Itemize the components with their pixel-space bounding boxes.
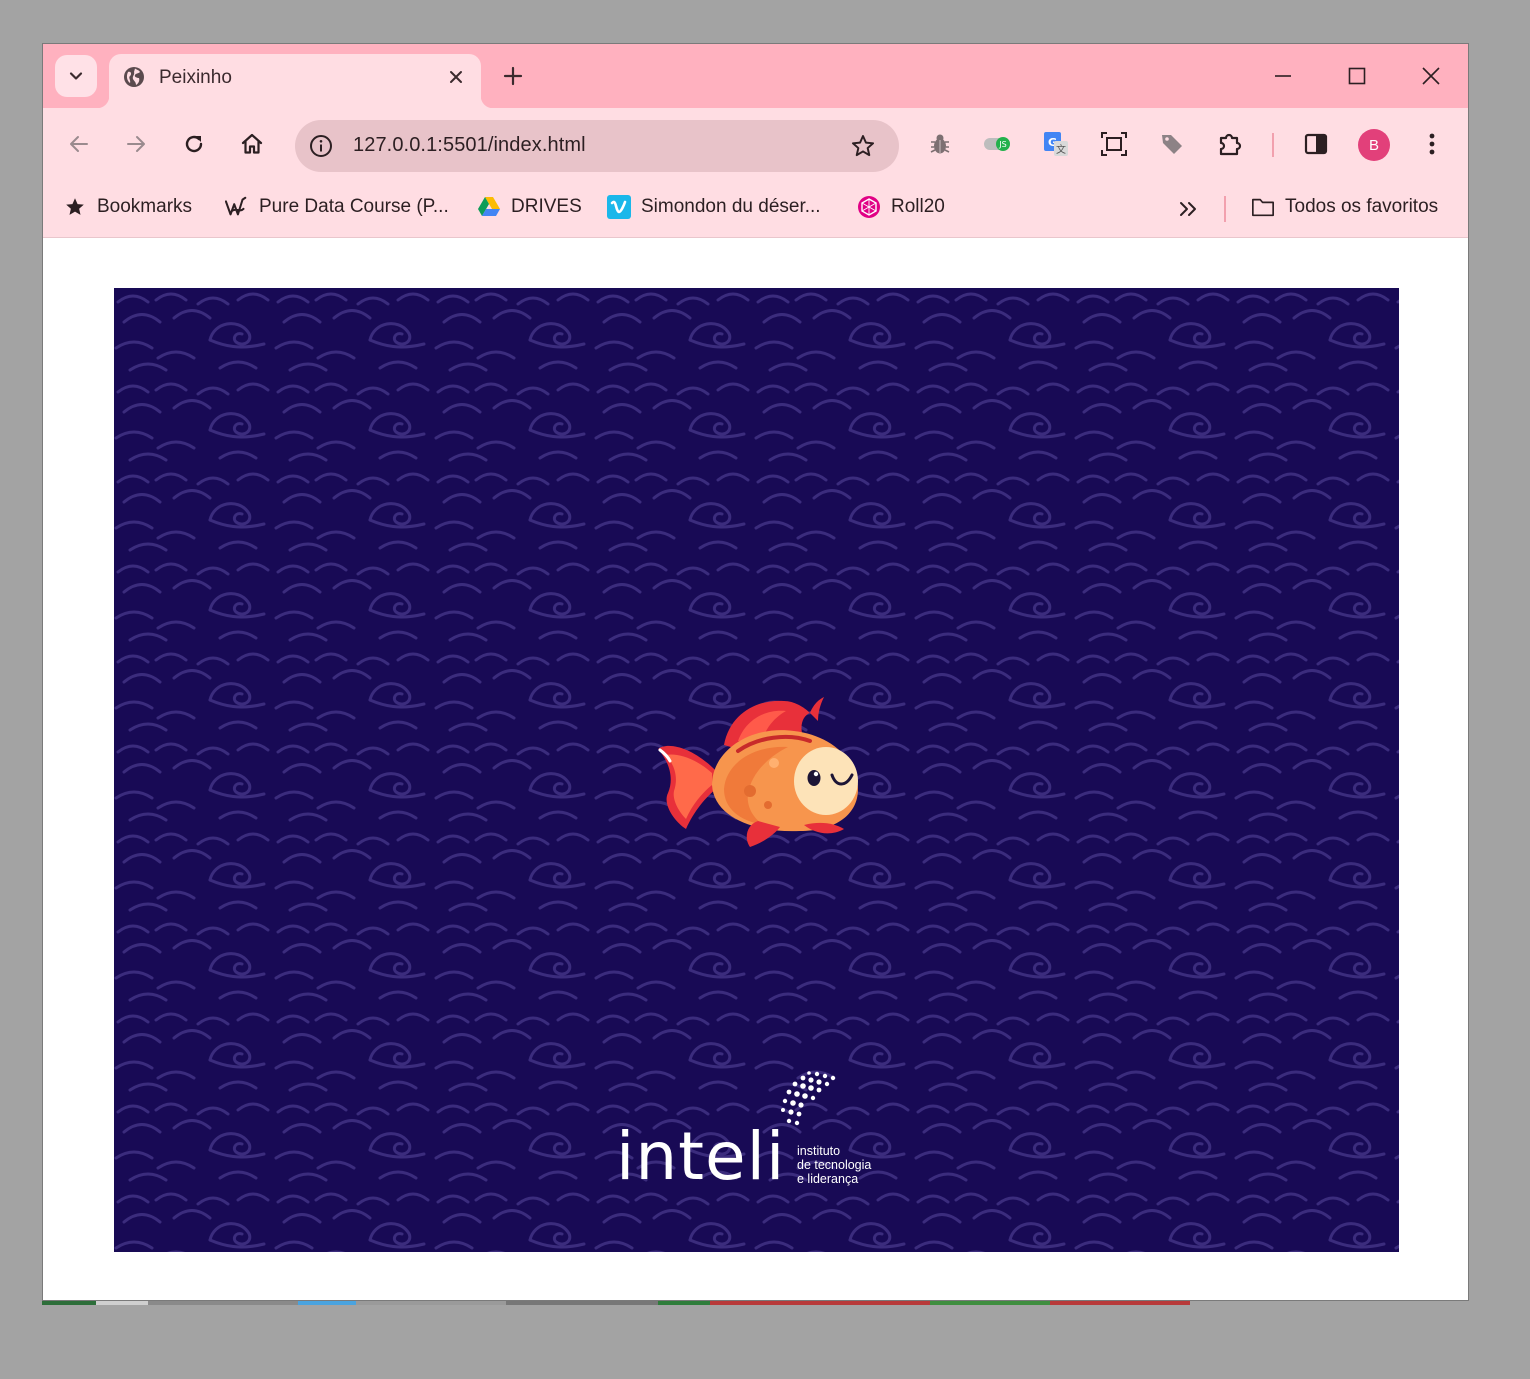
svg-text:文: 文 [1056, 143, 1066, 156]
double-chevron-right-icon [1180, 202, 1196, 216]
game-canvas[interactable]: inteli instituto de tecnologia e lideran… [114, 288, 1399, 1252]
inteli-subtitle-line: e liderança [797, 1172, 859, 1186]
inteli-subtitle-line: de tecnologia [797, 1158, 872, 1172]
extension-tag-button[interactable] [1152, 124, 1192, 164]
address-bar[interactable]: 127.0.0.1:5501/index.html [295, 120, 899, 172]
side-panel-button[interactable] [1296, 124, 1336, 164]
chevron-down-icon [69, 72, 83, 80]
bookmark-pure-data-course[interactable]: Pure Data Course (P... [225, 192, 449, 222]
new-tab-button[interactable] [495, 58, 531, 94]
info-icon [310, 135, 332, 157]
inteli-wordmark: inteli [616, 1118, 786, 1195]
screenshot-frame-icon [1101, 132, 1127, 156]
url-text[interactable]: 127.0.0.1:5501/index.html [353, 134, 586, 157]
bookmark-label: Roll20 [891, 196, 945, 217]
toolbar: 127.0.0.1:5501/index.html JS G文 B [43, 108, 1468, 182]
globe-icon [124, 67, 144, 87]
bookmark-simondon[interactable]: Simondon du déser... [607, 192, 821, 222]
more-bookmarks-button[interactable] [1171, 193, 1205, 225]
forward-button[interactable] [114, 122, 158, 166]
extensions-menu-button[interactable] [1210, 124, 1250, 164]
star-icon [63, 195, 87, 219]
profile-avatar[interactable]: B [1358, 129, 1390, 161]
js-toggle-icon: JS [984, 137, 1010, 151]
extension-js-toggle-button[interactable]: JS [978, 124, 1018, 164]
bookmarks-separator [1224, 196, 1226, 222]
puzzle-icon [1219, 133, 1242, 156]
bookmark-star-button[interactable] [847, 130, 879, 162]
bookmarks-bar: Bookmarks Pure Data Course (P... DRIVES … [43, 182, 1468, 238]
browser-window: Peixinho 127.0.0.1:5501/index.html JS G … [42, 43, 1469, 1301]
home-button[interactable] [230, 122, 274, 166]
extension-bug-button[interactable] [920, 124, 960, 164]
tab-strip: Peixinho [43, 44, 1468, 108]
inteli-subtitle: instituto de tecnologia e liderança [797, 1144, 907, 1186]
bookmark-label: Bookmarks [97, 196, 193, 217]
tab-search-button[interactable] [55, 55, 97, 97]
side-panel-icon [1304, 133, 1328, 155]
reload-button[interactable] [172, 122, 216, 166]
bookmark-roll20[interactable]: Roll20 [857, 192, 945, 222]
extension-screenshot-button[interactable] [1094, 124, 1134, 164]
tab-close-button[interactable] [441, 62, 471, 92]
close-window-button[interactable] [1403, 54, 1459, 98]
extension-google-translate-button[interactable]: G文 [1036, 124, 1076, 164]
page-content: inteli instituto de tecnologia e lideran… [43, 239, 1468, 1300]
maximize-icon [1348, 67, 1366, 85]
roll20-icon [857, 195, 881, 219]
plus-icon [503, 66, 523, 86]
site-info-button[interactable] [305, 130, 337, 162]
reload-icon [185, 135, 203, 153]
google-translate-icon: G文 [1044, 132, 1068, 156]
inteli-subtitle-line: instituto [797, 1144, 841, 1158]
arrow-right-icon [127, 136, 145, 152]
arrow-left-icon [70, 136, 88, 152]
bug-icon [930, 134, 950, 154]
bookmark-label: Pure Data Course (P... [259, 196, 449, 217]
inteli-logo: inteli instituto de tecnologia e lideran… [614, 1068, 904, 1198]
minimize-icon [1275, 75, 1291, 77]
minimize-button[interactable] [1255, 54, 1311, 98]
bookmark-label: DRIVES [511, 196, 582, 217]
all-bookmarks-label: Todos os favoritos [1285, 196, 1439, 217]
back-button[interactable] [57, 122, 101, 166]
maximize-button[interactable] [1329, 54, 1385, 98]
google-drive-icon [477, 195, 501, 219]
toolbar-separator [1272, 133, 1274, 157]
folder-icon [1251, 195, 1275, 219]
tag-icon [1162, 135, 1182, 154]
more-vertical-icon [1429, 133, 1435, 155]
svg-text:JS: JS [998, 140, 1006, 149]
fish-sprite[interactable] [654, 693, 860, 848]
home-icon [241, 133, 263, 154]
tab-title: Peixinho [159, 67, 232, 88]
close-icon [450, 71, 462, 83]
bookmark-label: Simondon du déser... [641, 196, 821, 217]
all-bookmarks-folder[interactable]: Todos os favoritos [1251, 192, 1438, 222]
tab-peixinho[interactable]: Peixinho [97, 54, 493, 108]
star-outline-icon [851, 135, 875, 157]
bookmark-drives[interactable]: DRIVES [477, 192, 582, 222]
close-icon [1422, 67, 1440, 85]
bookmark-bookmarks[interactable]: Bookmarks [63, 192, 192, 222]
browser-menu-button[interactable] [1412, 124, 1452, 164]
puredata-icon [225, 195, 249, 219]
vimeo-icon [607, 195, 631, 219]
